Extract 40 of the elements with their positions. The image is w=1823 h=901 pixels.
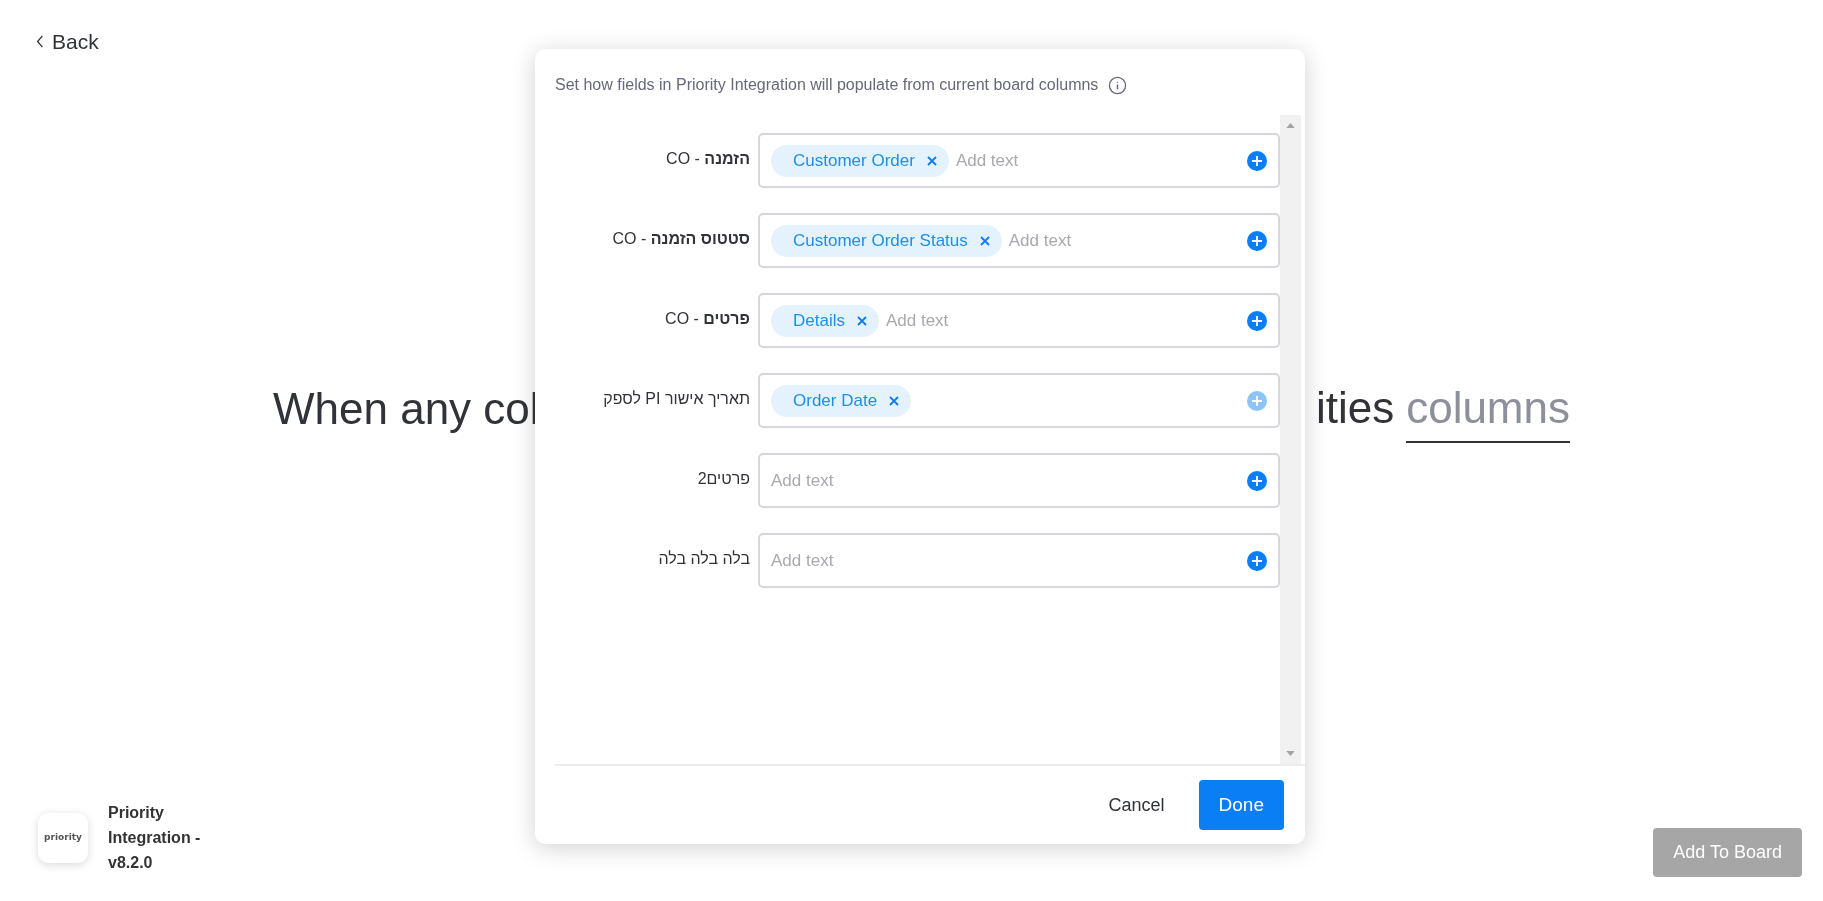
- scroll-down-icon[interactable]: [1286, 751, 1295, 756]
- column-tag: Details: [771, 304, 879, 337]
- mapping-field[interactable]: Customer Order Status Add text: [758, 213, 1280, 268]
- field-label: פרטים2: [696, 469, 750, 489]
- info-icon[interactable]: [1108, 75, 1128, 95]
- column-tag: Customer Order Status: [771, 224, 1002, 257]
- field-label: תאריך אישור PI לספק: [602, 389, 750, 409]
- add-icon[interactable]: [1247, 230, 1267, 251]
- mapping-field[interactable]: Order Date: [758, 373, 1280, 428]
- mapping-field[interactable]: Add text: [758, 533, 1280, 588]
- column-tag: Order Date: [771, 384, 912, 417]
- add-icon[interactable]: [1247, 150, 1267, 171]
- input-field[interactable]: Add text: [771, 467, 1240, 494]
- columns-link[interactable]: columns: [1406, 374, 1570, 443]
- chevron-left-icon: [36, 35, 44, 49]
- sentence-text: ities: [1315, 381, 1395, 434]
- remove-icon[interactable]: [889, 395, 900, 406]
- logo-text: priority: [44, 830, 82, 844]
- input-field[interactable]: Add text: [1008, 227, 1240, 254]
- mapping-field[interactable]: Customer Order Add text: [758, 133, 1280, 188]
- app-name: Priority Integration - v8.2.0: [108, 803, 202, 873]
- scroll-up-icon[interactable]: [1286, 123, 1295, 128]
- column-tag: Customer Order: [771, 144, 949, 177]
- dialog-description: Set how fields in Priority Integration will populate from current board columns: [555, 75, 1099, 95]
- field-label: בלה בלה בלה: [657, 549, 750, 569]
- mapping-field[interactable]: Details Add text: [758, 293, 1280, 348]
- input-field[interactable]: Add text: [771, 547, 1240, 574]
- back-link[interactable]: Back: [36, 26, 99, 58]
- input-field[interactable]: Add text: [885, 307, 1240, 334]
- add-icon[interactable]: [1247, 310, 1267, 331]
- cancel-button[interactable]: Cancel: [1100, 780, 1173, 830]
- remove-icon[interactable]: [926, 155, 937, 166]
- add-icon[interactable]: [1247, 470, 1267, 491]
- remove-icon[interactable]: [856, 315, 867, 326]
- remove-icon[interactable]: [979, 235, 990, 246]
- scrollbar[interactable]: [1280, 115, 1301, 764]
- mapping-field[interactable]: Add text: [758, 453, 1280, 508]
- input-field[interactable]: Add text: [955, 147, 1240, 174]
- done-button[interactable]: Done: [1198, 780, 1284, 830]
- add-icon[interactable]: [1247, 550, 1267, 571]
